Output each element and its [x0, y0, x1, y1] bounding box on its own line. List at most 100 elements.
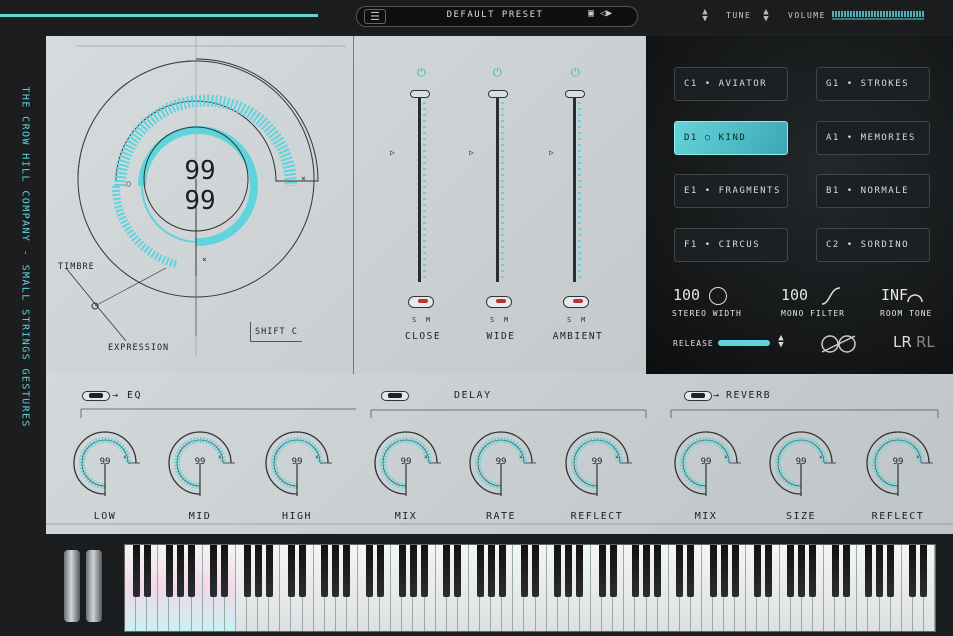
solo-mute-toggle-ambient[interactable]	[563, 296, 589, 308]
black-key[interactable]	[876, 545, 884, 597]
piano-keyboard[interactable]	[124, 544, 936, 632]
black-key[interactable]	[654, 545, 662, 597]
black-key[interactable]	[243, 545, 251, 597]
black-key[interactable]	[909, 545, 917, 597]
black-key[interactable]	[443, 545, 451, 597]
black-key[interactable]	[720, 545, 728, 597]
next-preset-icon[interactable]: ▶	[606, 8, 612, 19]
fader-track-wide[interactable]	[496, 96, 499, 282]
black-key[interactable]	[864, 545, 872, 597]
black-key[interactable]	[842, 545, 850, 597]
room-tone-value[interactable]: INF	[881, 286, 908, 304]
articulation-button[interactable]: B1 • NORMALE	[816, 174, 930, 208]
black-key[interactable]	[343, 545, 351, 597]
solo-mute-toggle-close[interactable]	[408, 296, 434, 308]
mono-filter-value[interactable]: 100	[781, 286, 808, 304]
articulation-button[interactable]: E1 • FRAGMENTS	[674, 174, 788, 208]
solo-label: S	[412, 316, 417, 324]
black-key[interactable]	[798, 545, 806, 597]
black-key[interactable]	[831, 545, 839, 597]
solo-mute-toggle-wide[interactable]	[486, 296, 512, 308]
volume-slider[interactable]	[832, 11, 924, 17]
black-key[interactable]	[765, 545, 773, 597]
articulation-button[interactable]: C1 • AVIATOR	[674, 67, 788, 101]
room-tone-arc-icon[interactable]	[906, 287, 924, 303]
articulation-button[interactable]: A1 • MEMORIES	[816, 121, 930, 155]
shift-control[interactable]: SHIFT C	[250, 322, 302, 342]
black-key[interactable]	[532, 545, 540, 597]
eq-enable-switch[interactable]	[82, 391, 110, 401]
black-key[interactable]	[221, 545, 229, 597]
delay-enable-switch[interactable]	[381, 391, 409, 401]
black-key[interactable]	[321, 545, 329, 597]
tune-stepper-icon[interactable]: ▲ ▼	[761, 8, 771, 24]
black-key[interactable]	[676, 545, 684, 597]
black-key[interactable]	[165, 545, 173, 597]
hamburger-icon[interactable]: ☰	[364, 9, 386, 24]
power-icon[interactable]: ⏻	[571, 66, 580, 80]
black-key[interactable]	[687, 545, 695, 597]
black-key[interactable]	[365, 545, 373, 597]
black-key[interactable]	[520, 545, 528, 597]
fader-handle-wide[interactable]	[488, 90, 508, 98]
filter-curve-icon[interactable]	[820, 286, 842, 306]
black-key[interactable]	[887, 545, 895, 597]
preset-name[interactable]: DEFAULT PRESET	[420, 10, 570, 20]
phase-invert-icon[interactable]	[819, 333, 859, 355]
save-icon[interactable]: ▣	[588, 8, 594, 19]
black-key[interactable]	[598, 545, 606, 597]
rl-button[interactable]: RL	[916, 333, 935, 351]
black-key[interactable]	[753, 545, 761, 597]
power-icon[interactable]: ⏻	[493, 66, 502, 80]
black-key[interactable]	[188, 545, 196, 597]
black-key[interactable]	[176, 545, 184, 597]
pitch-wheel[interactable]	[64, 550, 80, 622]
black-key[interactable]	[576, 545, 584, 597]
black-key[interactable]	[409, 545, 417, 597]
black-key[interactable]	[487, 545, 495, 597]
black-key[interactable]	[476, 545, 484, 597]
black-key[interactable]	[709, 545, 717, 597]
articulation-button[interactable]: G1 • STROKES	[816, 67, 930, 101]
black-key[interactable]	[920, 545, 928, 597]
mod-wheel[interactable]	[86, 550, 102, 622]
black-key[interactable]	[809, 545, 817, 597]
black-key[interactable]	[498, 545, 506, 597]
lr-button[interactable]: LR	[893, 333, 912, 351]
reverb-enable-switch[interactable]	[684, 391, 712, 401]
black-key[interactable]	[565, 545, 573, 597]
fader-handle-close[interactable]	[410, 90, 430, 98]
black-key[interactable]	[421, 545, 429, 597]
fader-handle-ambient[interactable]	[565, 90, 585, 98]
black-key[interactable]	[631, 545, 639, 597]
articulation-button-selected[interactable]: D1 ○ KIND	[674, 121, 788, 155]
fader-track-ambient[interactable]	[573, 96, 576, 282]
stereo-width-value[interactable]: 100	[673, 286, 700, 304]
black-key[interactable]	[731, 545, 739, 597]
black-key[interactable]	[454, 545, 462, 597]
black-key[interactable]	[132, 545, 140, 597]
fader-track-close[interactable]	[418, 96, 421, 282]
power-icon[interactable]: ⏻	[417, 66, 426, 80]
preset-nav[interactable]: ▣ ◁▶	[588, 8, 612, 19]
black-key[interactable]	[787, 545, 795, 597]
black-key[interactable]	[609, 545, 617, 597]
black-key[interactable]	[299, 545, 307, 597]
black-key[interactable]	[376, 545, 384, 597]
black-key[interactable]	[554, 545, 562, 597]
black-key[interactable]	[254, 545, 262, 597]
release-slider[interactable]	[718, 340, 770, 346]
black-key[interactable]	[265, 545, 273, 597]
black-key[interactable]	[143, 545, 151, 597]
stereo-width-knob-icon[interactable]	[709, 287, 727, 305]
black-key[interactable]	[643, 545, 650, 597]
release-stepper-icon[interactable]: ▲ ▼	[776, 334, 786, 350]
black-key[interactable]	[210, 545, 218, 597]
black-key[interactable]	[287, 545, 295, 597]
knob-label: RATE	[485, 511, 517, 522]
tune-left-stepper-icon[interactable]: ▲ ▼	[700, 8, 710, 24]
black-key[interactable]	[332, 545, 340, 597]
black-key[interactable]	[398, 545, 406, 597]
articulation-button[interactable]: F1 • CIRCUS	[674, 228, 788, 262]
articulation-button[interactable]: C2 • SORDINO	[816, 228, 930, 262]
